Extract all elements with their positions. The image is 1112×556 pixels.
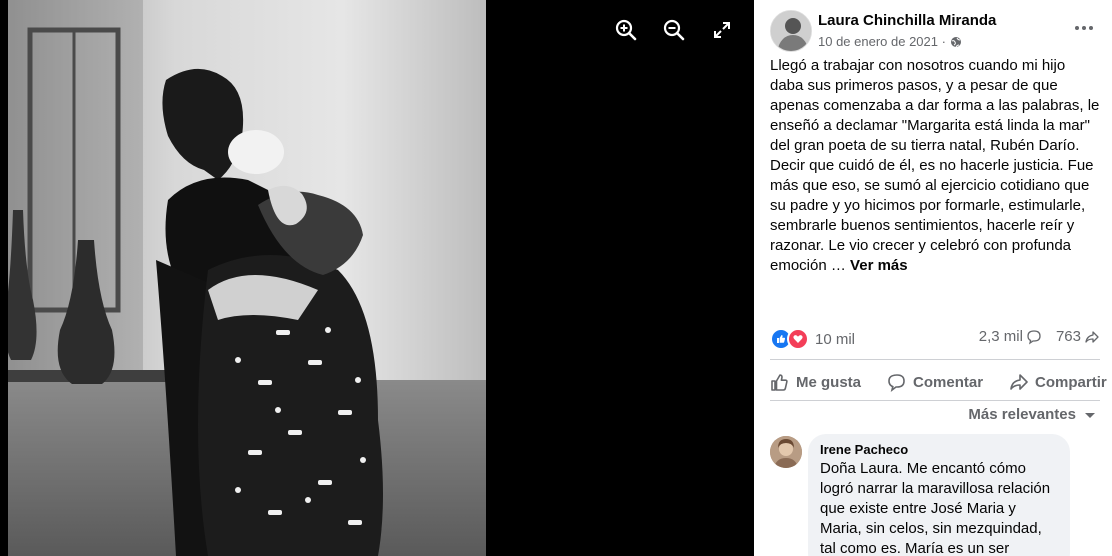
fullscreen-icon [714, 22, 730, 38]
post-date-line: 10 de enero de 2021 · [818, 34, 962, 49]
love-reaction-icon [787, 328, 809, 350]
zoom-in-button[interactable] [610, 14, 642, 46]
more-dot-icon [1075, 26, 1079, 30]
comment-text: Doña Laura. Me encantó cómo logró narrar… [820, 460, 1051, 556]
author-avatar[interactable] [770, 10, 812, 52]
comments-count: 2,3 mil [978, 328, 1023, 345]
post-actions: Me gusta Comentar Compartir [770, 370, 1112, 394]
comment-author[interactable]: Irene Pacheco [820, 442, 1058, 457]
divider [770, 400, 1100, 401]
post-author[interactable]: Laura Chinchilla Miranda [818, 12, 996, 29]
commenter-avatar-image [770, 436, 802, 468]
engagement-counts: 2,3 mil 763 [979, 328, 1100, 345]
commenter-avatar[interactable] [770, 436, 802, 468]
photo-illustration [8, 0, 486, 556]
more-dot-icon [1082, 26, 1086, 30]
more-dot-icon [1089, 26, 1093, 30]
comment-bubble: Irene Pacheco Doña Laura. Me encantó cóm… [808, 434, 1070, 556]
post-photo[interactable] [8, 0, 486, 556]
zoom-out-icon [663, 19, 685, 41]
comment-button[interactable]: Comentar [887, 372, 983, 392]
post-panel: Laura Chinchilla Miranda 10 de enero de … [754, 0, 1112, 556]
post-header: Laura Chinchilla Miranda 10 de enero de … [770, 10, 1100, 54]
shares-count: 763 [1055, 328, 1081, 345]
more-options-button[interactable] [1072, 16, 1096, 40]
zoom-out-button[interactable] [658, 14, 690, 46]
like-button[interactable]: Me gusta [770, 372, 861, 392]
divider [770, 359, 1100, 360]
viewer-controls [610, 14, 738, 46]
shares-count-group[interactable]: 763 [1056, 328, 1100, 345]
comment-label: Comentar [913, 373, 984, 391]
share-arrow-icon [1085, 330, 1099, 343]
avatar-image [771, 11, 811, 51]
photo-viewer [0, 0, 754, 556]
like-label: Me gusta [796, 373, 862, 391]
share-button[interactable]: Compartir [1009, 372, 1107, 392]
reaction-icons[interactable] [770, 328, 809, 350]
sort-label: Más relevantes [968, 406, 1076, 423]
comments-count-group[interactable]: 2,3 mil [979, 328, 1042, 345]
post-body: Llegó a trabajar con nosotros cuando mi … [770, 57, 1100, 274]
chevron-down-icon [1085, 412, 1095, 418]
reactions-count[interactable]: 10 mil [815, 331, 855, 348]
thumbs-up-icon [771, 374, 788, 391]
fullscreen-button[interactable] [706, 14, 738, 46]
zoom-in-icon [615, 19, 637, 41]
comment-bubble-icon [1027, 329, 1041, 344]
see-more-link[interactable]: Ver más [850, 257, 908, 274]
post-text: Llegó a trabajar con nosotros cuando mi … [770, 56, 1100, 276]
reactions-bar: 10 mil 2,3 mil 763 [770, 328, 1100, 350]
comment-sort-dropdown[interactable]: Más relevantes [968, 406, 1096, 423]
globe-icon [950, 36, 961, 47]
share-label: Compartir [1035, 373, 1107, 391]
post-date[interactable]: 10 de enero de 2021 · [818, 34, 946, 49]
comment-icon [888, 374, 905, 392]
share-icon [1010, 374, 1028, 390]
